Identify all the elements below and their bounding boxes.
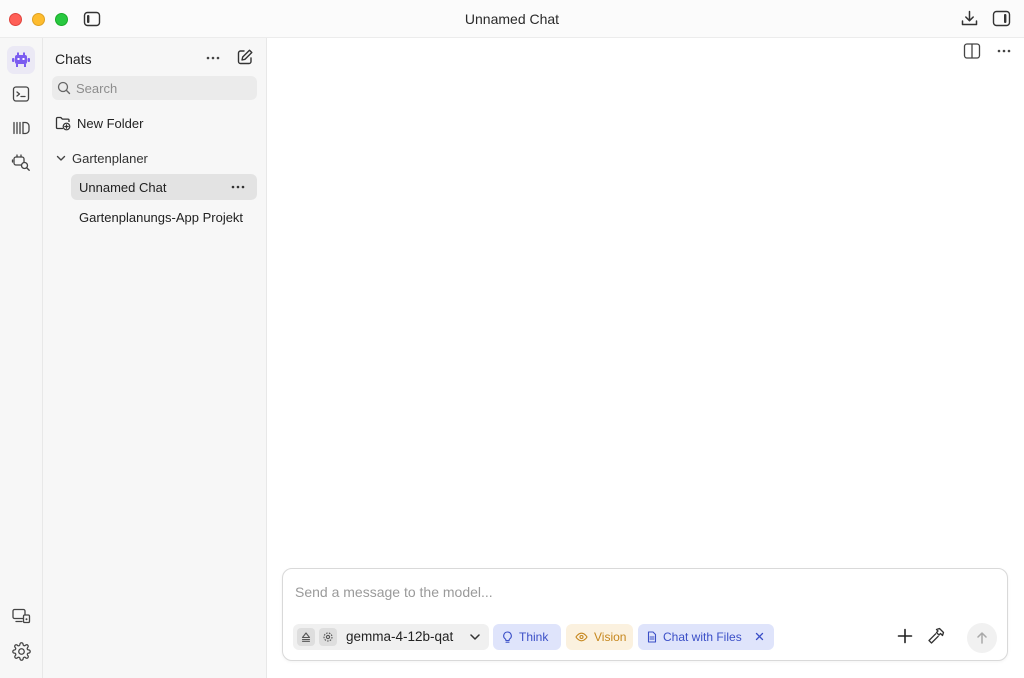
ellipsis-icon	[997, 49, 1011, 53]
chat-item-more-button[interactable]	[229, 178, 247, 196]
lightbulb-icon	[503, 630, 512, 643]
new-folder-label: New Folder	[77, 115, 144, 131]
sidebar-more-button[interactable]	[204, 49, 222, 67]
eye-icon	[575, 632, 588, 642]
new-chat-icon[interactable]	[236, 48, 254, 66]
terminal-icon	[12, 86, 30, 102]
vision-label: Vision	[594, 630, 627, 644]
model-settings-button[interactable]	[319, 628, 337, 646]
settings-cog-icon	[323, 632, 333, 642]
folder-plus-icon	[55, 116, 71, 131]
download-icon[interactable]	[960, 9, 979, 28]
rail-discover-button[interactable]	[7, 148, 35, 176]
search-icon	[57, 81, 71, 95]
message-composer: gemma-4-12b-qat Think Vision	[282, 568, 1008, 661]
rail-terminal-button[interactable]	[7, 80, 35, 108]
robot-logo-icon	[12, 52, 30, 67]
send-button[interactable]	[967, 623, 997, 653]
chat-item-unnamed-chat[interactable]: Unnamed Chat	[71, 174, 257, 200]
chat-with-files-toggle[interactable]: Chat with Files	[638, 624, 774, 650]
search-input[interactable]	[76, 76, 252, 100]
think-label: Think	[519, 630, 549, 644]
split-view-icon[interactable]	[963, 42, 981, 60]
chat-item-gartenplanungs-app-projekt[interactable]: Gartenplanungs-App Projekt	[71, 204, 257, 230]
rail-library-button[interactable]	[7, 114, 35, 142]
chat-main-area: gemma-4-12b-qat Think Vision	[267, 38, 1024, 678]
folder-label: Gartenplaner	[72, 150, 148, 166]
arrow-up-icon	[977, 632, 987, 644]
app-window: Unnamed Chat Chats Search New Folder Gar…	[0, 0, 1024, 678]
gear-icon	[11, 641, 31, 661]
sidebar-title: Chats	[55, 51, 92, 67]
icon-rail	[0, 38, 43, 678]
search-box	[52, 76, 257, 100]
hammer-icon[interactable]	[926, 626, 946, 646]
message-input[interactable]	[295, 581, 985, 603]
chevron-down-icon	[470, 634, 480, 640]
chat-more-button[interactable]	[995, 42, 1013, 60]
chevron-down-icon	[56, 155, 66, 161]
document-icon	[647, 631, 657, 643]
rail-devices-button[interactable]	[7, 602, 35, 630]
vision-toggle[interactable]: Vision	[566, 624, 633, 650]
rail-chat-button[interactable]	[7, 46, 35, 74]
devices-icon	[12, 608, 31, 624]
model-format-button[interactable]	[297, 628, 315, 646]
plus-icon[interactable]	[896, 627, 914, 645]
chat-item-title: Gartenplanungs-App Projekt	[79, 209, 244, 225]
folder-gartenplaner[interactable]: Gartenplaner	[55, 149, 148, 167]
new-folder-button[interactable]: New Folder	[55, 114, 143, 132]
window-title: Unnamed Chat	[464, 11, 560, 27]
ellipsis-icon	[206, 56, 220, 60]
model-name: gemma-4-12b-qat	[346, 629, 454, 644]
rail-settings-button[interactable]	[7, 637, 35, 665]
library-icon	[13, 121, 30, 135]
model-search-icon	[11, 154, 30, 171]
chat-with-files-label: Chat with Files	[663, 630, 742, 644]
chat-item-title: Unnamed Chat	[79, 179, 167, 195]
ellipsis-icon	[231, 185, 245, 189]
right-panel-icon[interactable]	[992, 9, 1011, 28]
title-bar: Unnamed Chat	[0, 0, 1024, 38]
close-icon[interactable]	[754, 631, 765, 642]
eject-icon	[301, 632, 311, 642]
model-selector[interactable]: gemma-4-12b-qat	[293, 624, 489, 650]
chats-sidebar: Chats New Folder	[43, 38, 267, 678]
think-toggle[interactable]: Think	[493, 624, 561, 650]
